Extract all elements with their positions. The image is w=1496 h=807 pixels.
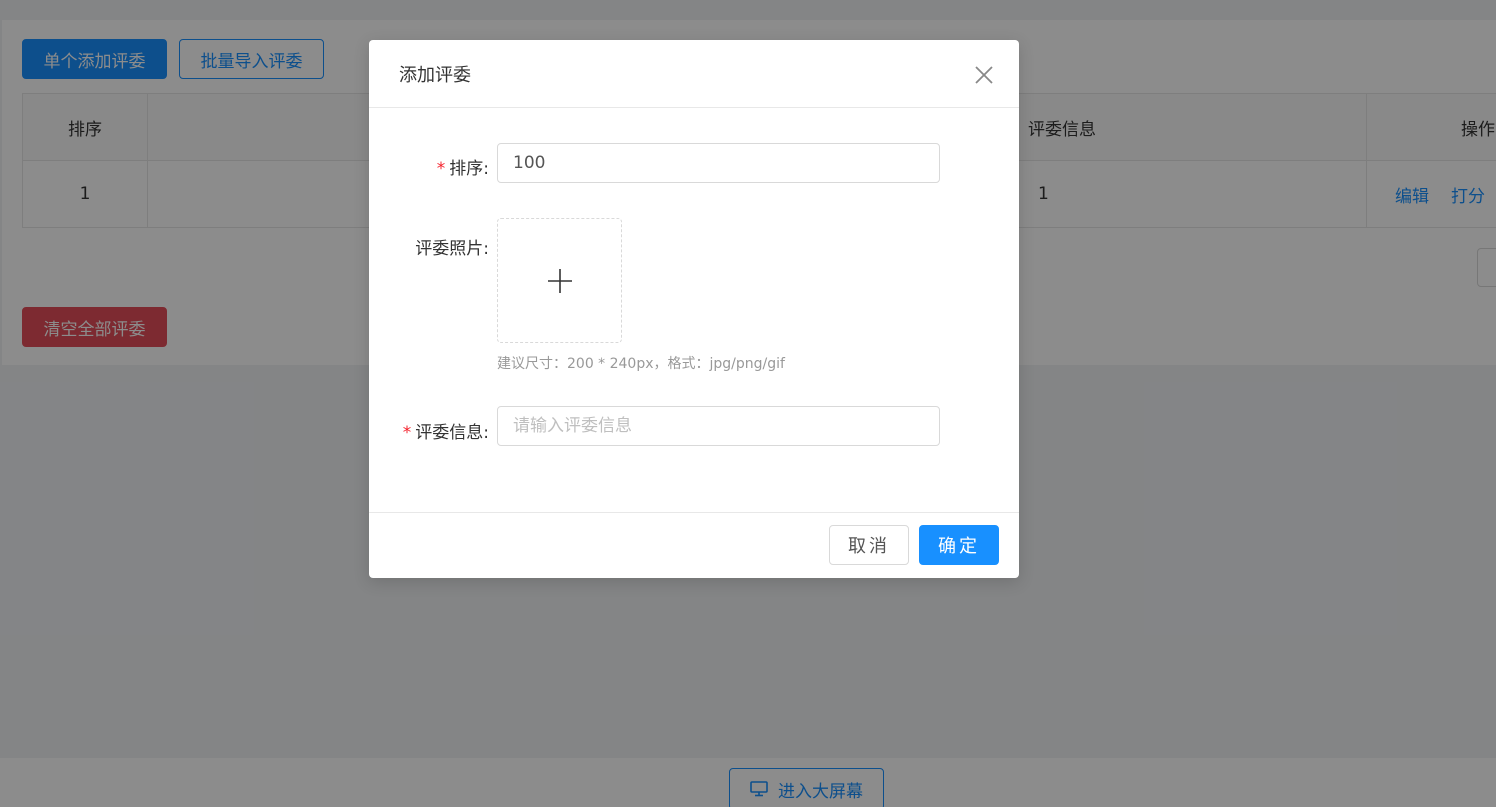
confirm-button[interactable]: 确定	[919, 525, 999, 565]
modal-body: *排序: 评委照片: 建议尺寸：200 * 240px，格式：jpg/png/g…	[369, 108, 1019, 512]
modal-header: 添加评委	[369, 40, 1019, 108]
photo-hint: 建议尺寸：200 * 240px，格式：jpg/png/gif	[497, 356, 785, 372]
photo-label-text: 评委照片:	[415, 239, 489, 259]
add-judge-modal: 添加评委 *排序: 评委照片: 建议尺寸：200 * 240px，格式：jpg/…	[369, 40, 1019, 578]
order-field-label: * 排序:	[437, 154, 489, 179]
photo-uploader[interactable]	[497, 218, 622, 343]
modal-title: 添加评委	[399, 64, 471, 86]
plus-icon	[547, 268, 572, 293]
info-input[interactable]	[497, 406, 940, 446]
required-mark: *	[436, 159, 446, 179]
photo-field-label: 评委照片:	[415, 234, 489, 259]
info-label-text: 评委信息:	[415, 423, 489, 443]
modal-footer: 取消 确定	[369, 512, 1019, 578]
info-field-label: * 评委信息:	[403, 418, 489, 443]
order-label-text: 排序:	[449, 159, 489, 179]
close-icon[interactable]	[973, 64, 995, 86]
required-mark: *	[402, 423, 412, 443]
cancel-button[interactable]: 取消	[829, 525, 909, 565]
order-input[interactable]	[497, 143, 940, 183]
